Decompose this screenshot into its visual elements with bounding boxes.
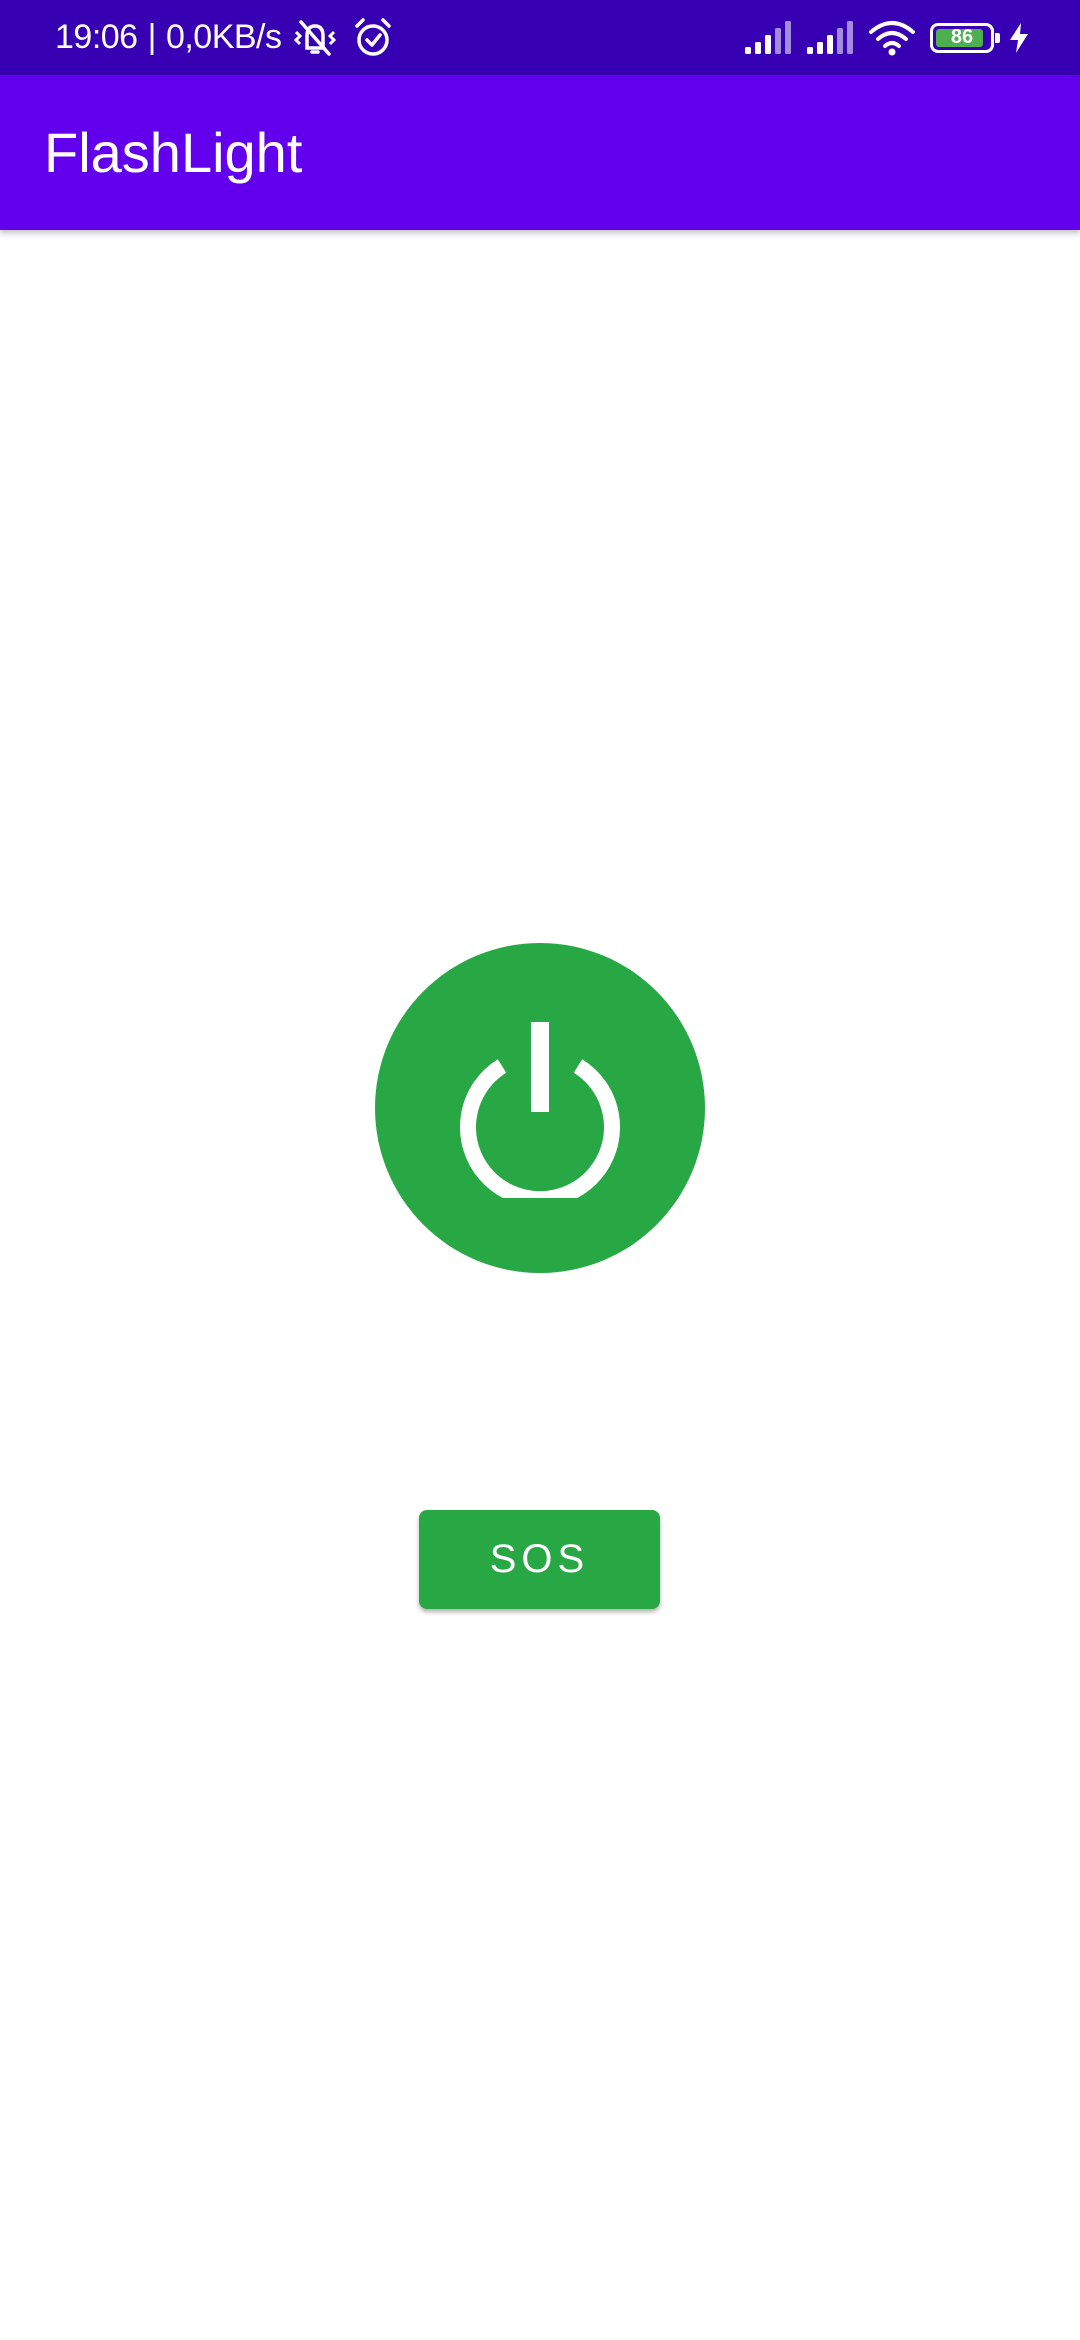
status-bar: 19:06 | 0,0KB/s 86 bbox=[0, 0, 1080, 75]
signal-icon bbox=[807, 20, 853, 54]
vibrate-off-icon bbox=[293, 19, 336, 56]
status-right: 86 bbox=[744, 0, 1030, 75]
status-left: 19:06 | 0,0KB/s bbox=[55, 0, 394, 75]
power-button[interactable] bbox=[375, 943, 705, 1273]
battery-icon: 86 bbox=[930, 22, 1000, 53]
app-title: FlashLight bbox=[44, 121, 303, 184]
network-speed: 0,0KB/s bbox=[165, 18, 282, 56]
power-icon bbox=[460, 1022, 620, 1198]
wifi-icon bbox=[869, 20, 915, 55]
alarm-icon bbox=[354, 17, 391, 56]
sos-button[interactable]: SOS bbox=[419, 1510, 660, 1609]
app-bar: FlashLight bbox=[0, 75, 1080, 230]
status-time: 19:06 bbox=[55, 18, 138, 56]
signal-icon bbox=[745, 20, 791, 54]
battery-level: 86 bbox=[950, 26, 974, 48]
charging-icon bbox=[1010, 22, 1028, 53]
status-separator: | bbox=[147, 18, 157, 56]
